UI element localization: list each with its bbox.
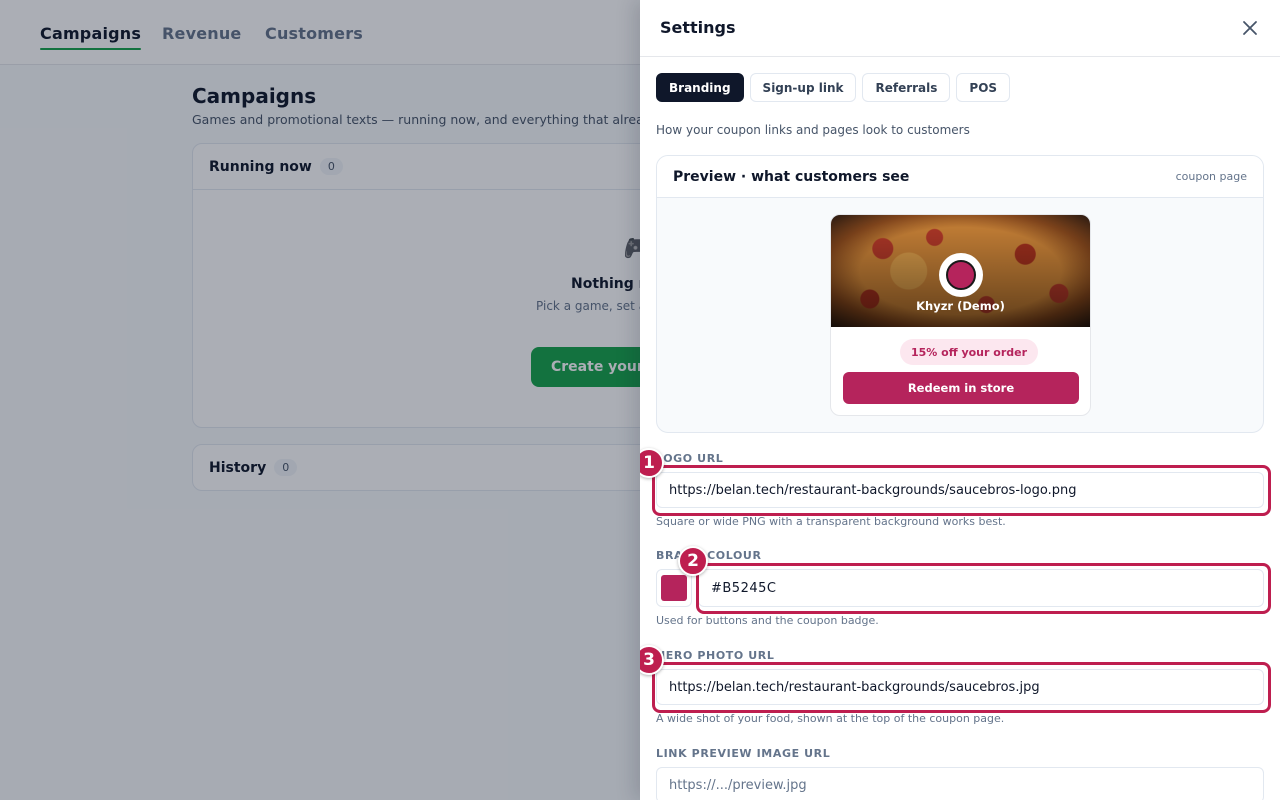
hero-photo: Khyzr (Demo)	[831, 215, 1090, 327]
brand-colour-label: BRAND COLOUR	[656, 549, 762, 562]
drawer-title: Settings	[660, 18, 736, 37]
offer-badge: 15% off your order	[900, 339, 1039, 365]
settings-drawer: Settings Branding Sign-up link Referrals…	[640, 0, 1280, 800]
preview-header: Preview · what customers see coupon page	[657, 156, 1263, 198]
hero-photo-url-hint: A wide shot of your food, shown at the t…	[656, 712, 1005, 725]
settings-tabs: Branding Sign-up link Referrals POS	[656, 73, 1011, 102]
redeem-button: Redeem in store	[843, 372, 1079, 404]
drawer-header: Settings	[640, 0, 1280, 57]
tab-pos[interactable]: POS	[956, 73, 1011, 102]
close-icon[interactable]	[1238, 16, 1262, 40]
logo-url-label: LOGO URL	[656, 452, 724, 465]
brand-colour-hint: Used for buttons and the coupon badge.	[656, 614, 879, 627]
link-preview-url-input[interactable]	[656, 767, 1264, 800]
section-description: How your coupon links and pages look to …	[656, 123, 970, 137]
tab-referrals[interactable]: Referrals	[862, 73, 951, 102]
link-preview-url-label: LINK PREVIEW IMAGE URL	[656, 747, 831, 760]
preview-title: Preview · what customers see	[673, 168, 910, 185]
hero-photo-url-label: HERO PHOTO URL	[656, 649, 775, 662]
hero-photo-url-input[interactable]	[656, 669, 1264, 705]
coupon-preview-card: Preview · what customers see coupon page…	[656, 155, 1264, 433]
tab-sign-up-link[interactable]: Sign-up link	[749, 73, 857, 102]
annotation-marker-2: 2	[678, 546, 708, 576]
logo-url-hint: Square or wide PNG with a transparent ba…	[656, 515, 1006, 528]
preview-meta: coupon page	[1175, 170, 1247, 183]
brand-name: Khyzr (Demo)	[916, 299, 1005, 313]
brand-colour-input[interactable]	[698, 569, 1264, 607]
modal-backdrop[interactable]	[0, 0, 640, 800]
tab-branding[interactable]: Branding	[656, 73, 744, 102]
coupon-preview: Khyzr (Demo) 15% off your order Redeem i…	[830, 214, 1091, 416]
logo-url-input[interactable]	[656, 472, 1264, 508]
brand-logo	[939, 253, 983, 297]
